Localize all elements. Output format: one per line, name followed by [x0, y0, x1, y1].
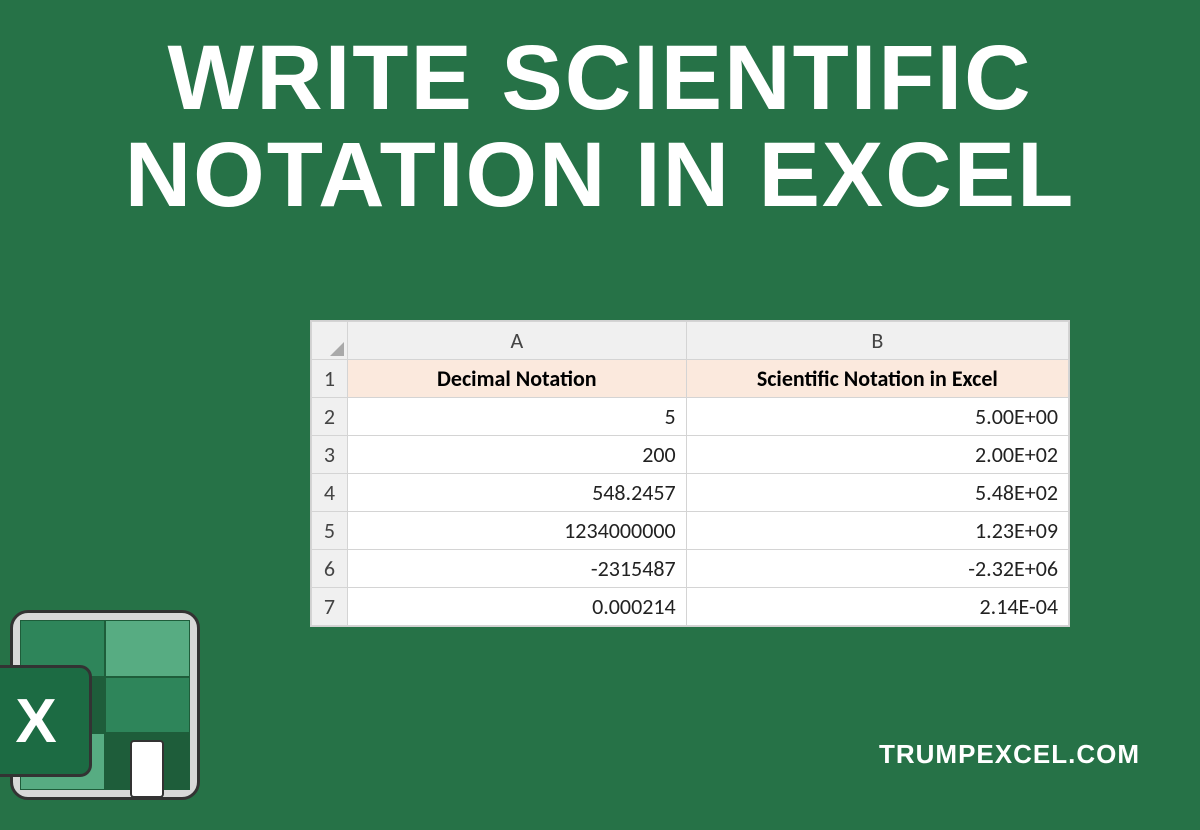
row-header-5[interactable]: 5 [312, 512, 348, 550]
row-header-6[interactable]: 6 [312, 550, 348, 588]
select-all-corner[interactable] [312, 322, 348, 360]
cell-A3[interactable]: 200 [347, 436, 686, 474]
table-row: 6 -2315487 -2.32E+06 [312, 550, 1069, 588]
row-header-4[interactable]: 4 [312, 474, 348, 512]
cell-B1[interactable]: Scientific Notation in Excel [686, 360, 1068, 398]
column-header-A[interactable]: A [347, 322, 686, 360]
row-header-1[interactable]: 1 [312, 360, 348, 398]
excel-logo-icon: X [0, 610, 210, 830]
cell-B5[interactable]: 1.23E+09 [686, 512, 1068, 550]
header-row: 1 Decimal Notation Scientific Notation i… [312, 360, 1069, 398]
title-line-2: NOTATION IN EXCEL [0, 127, 1200, 224]
table-row: 4 548.2457 5.48E+02 [312, 474, 1069, 512]
page-title: WRITE SCIENTIFIC NOTATION IN EXCEL [0, 0, 1200, 223]
table-row: 3 200 2.00E+02 [312, 436, 1069, 474]
table-row: 7 0.000214 2.14E-04 [312, 588, 1069, 626]
cell-B7[interactable]: 2.14E-04 [686, 588, 1068, 626]
cell-B2[interactable]: 5.00E+00 [686, 398, 1068, 436]
cell-A5[interactable]: 1234000000 [347, 512, 686, 550]
cell-A6[interactable]: -2315487 [347, 550, 686, 588]
spreadsheet: A B 1 Decimal Notation Scientific Notati… [310, 320, 1070, 627]
cell-B4[interactable]: 5.48E+02 [686, 474, 1068, 512]
spreadsheet-table: A B 1 Decimal Notation Scientific Notati… [311, 321, 1069, 626]
cell-B3[interactable]: 2.00E+02 [686, 436, 1068, 474]
row-header-3[interactable]: 3 [312, 436, 348, 474]
row-header-2[interactable]: 2 [312, 398, 348, 436]
column-header-B[interactable]: B [686, 322, 1068, 360]
row-header-7[interactable]: 7 [312, 588, 348, 626]
cell-A1[interactable]: Decimal Notation [347, 360, 686, 398]
table-row: 2 5 5.00E+00 [312, 398, 1069, 436]
title-line-1: WRITE SCIENTIFIC [0, 30, 1200, 127]
column-letter-row: A B [312, 322, 1069, 360]
cell-A2[interactable]: 5 [347, 398, 686, 436]
cell-A7[interactable]: 0.000214 [347, 588, 686, 626]
table-row: 5 1234000000 1.23E+09 [312, 512, 1069, 550]
site-brand: TRUMPEXCEL.COM [879, 739, 1140, 770]
excel-logo-tab [130, 740, 164, 798]
cell-A4[interactable]: 548.2457 [347, 474, 686, 512]
cell-B6[interactable]: -2.32E+06 [686, 550, 1068, 588]
excel-logo-x-badge: X [0, 665, 92, 777]
